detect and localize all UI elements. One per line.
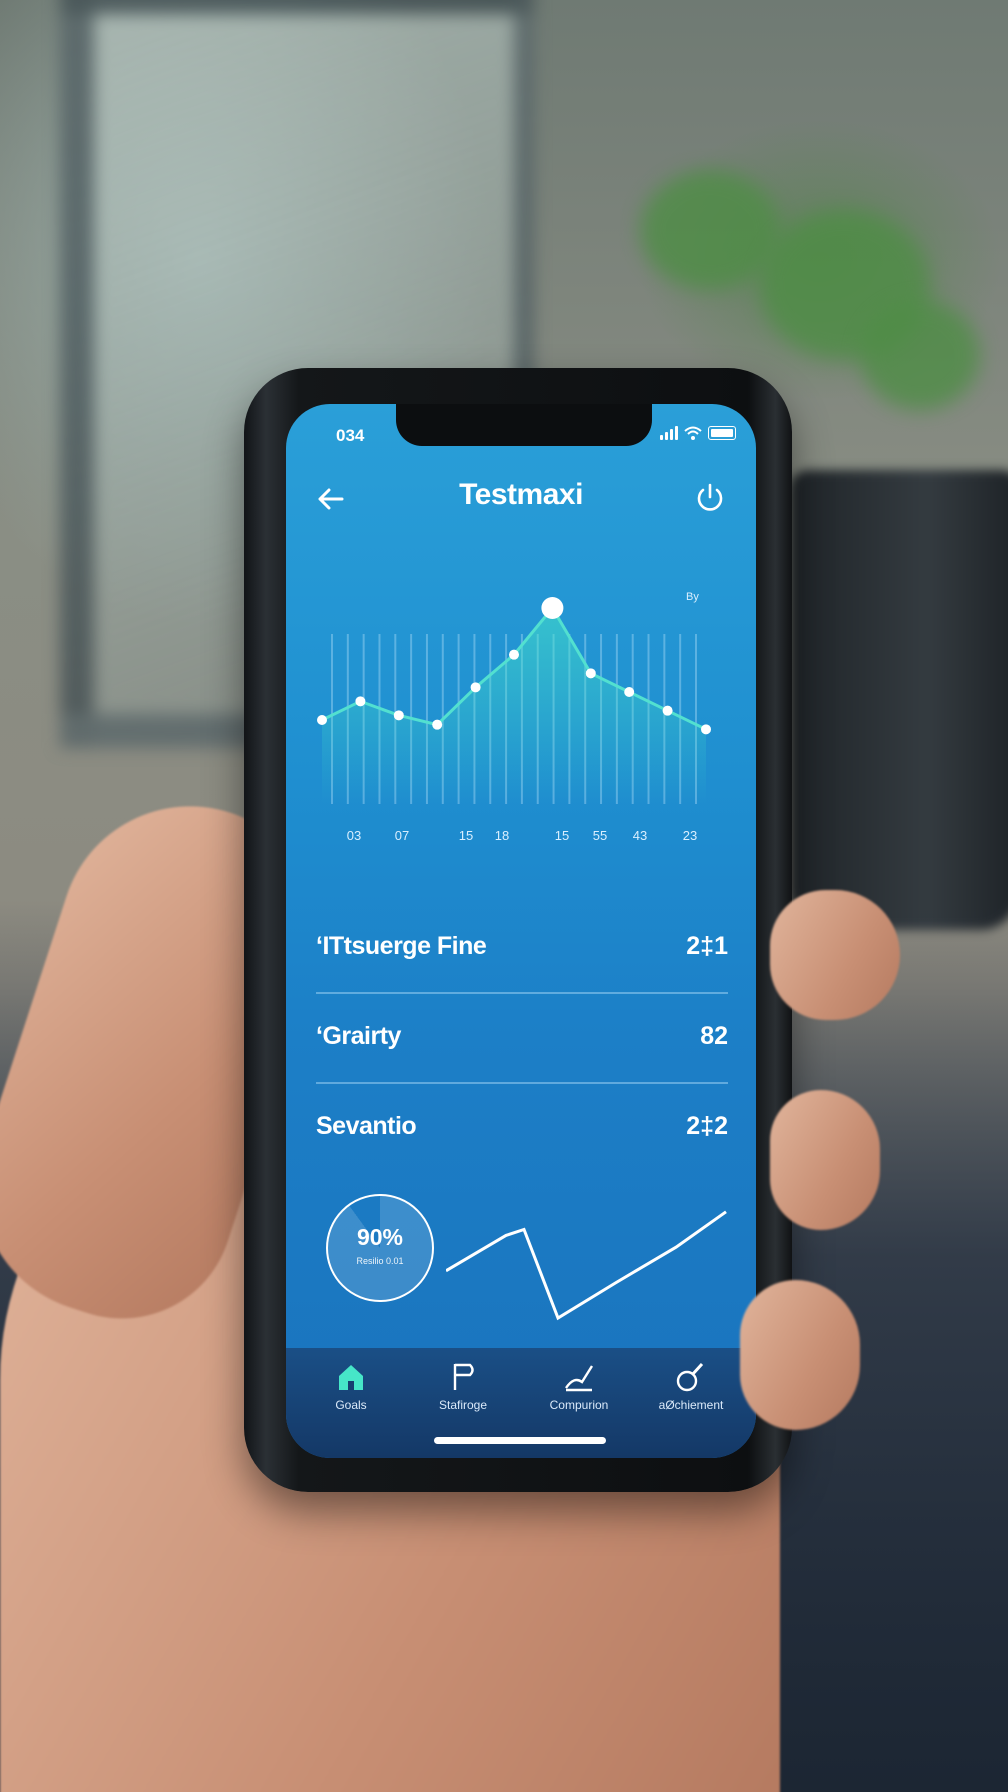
- x-tick-label: 18: [495, 828, 509, 843]
- list-item-label: ‘ITtsuerge Fine: [316, 932, 487, 960]
- tab-achievement[interactable]: aØchiement: [636, 1360, 746, 1412]
- list-item-value: 82: [700, 1022, 728, 1050]
- finger: [770, 1090, 880, 1230]
- tab-label: Stafiroge: [438, 1398, 488, 1412]
- trend-line: [446, 1210, 727, 1321]
- home-indicator[interactable]: [434, 1437, 606, 1444]
- achievement-icon: [676, 1362, 704, 1392]
- tab-compurion[interactable]: Compurion: [524, 1360, 634, 1412]
- phone-notch: [396, 404, 652, 446]
- chart-point: [585, 668, 596, 679]
- x-tick-label: 03: [347, 828, 361, 843]
- signal-icon: [660, 426, 678, 440]
- chart-point: [355, 696, 366, 707]
- tab-stafiroge[interactable]: Stafiroge: [408, 1360, 518, 1412]
- x-tick-label: 23: [683, 828, 697, 843]
- app-screen: 034 Testmaxi By 03 07 15 18 15 55 43 23 ‘ITtsuer…: [286, 404, 756, 1458]
- gauge-caption: Resilio 0.01: [356, 1256, 404, 1266]
- chart-point: [624, 687, 635, 697]
- line-chart: By 03 07 15 18 15 55 43 23: [317, 591, 711, 843]
- chart-point: [662, 705, 673, 716]
- list-item[interactable]: Sevantio 2‡2: [316, 1084, 728, 1172]
- finger: [740, 1280, 860, 1430]
- plant-leaf: [860, 300, 980, 410]
- power-icon[interactable]: [692, 480, 728, 516]
- plant-pot: [790, 470, 1008, 930]
- chart-point: [432, 719, 443, 730]
- x-tick-label: 15: [459, 828, 473, 843]
- x-tick-label: 07: [395, 828, 409, 843]
- chart-point: [470, 682, 481, 693]
- trend-sparkline: [446, 1210, 727, 1321]
- flag-icon: [453, 1363, 474, 1390]
- chart-point: [509, 649, 519, 660]
- chart-legend: By: [686, 591, 699, 603]
- metrics-list: ‘ITtsuerge Fine 2‡1 ‘Grairty 82 Sevantio…: [316, 904, 728, 1172]
- list-item[interactable]: ‘Grairty 82: [316, 994, 728, 1084]
- x-tick-label: 43: [633, 828, 647, 843]
- tab-label: Compurion: [549, 1398, 609, 1412]
- x-tick-label: 55: [593, 828, 607, 843]
- progress-gauge: 90% Resilio 0.01: [326, 1194, 434, 1302]
- battery-icon: [708, 426, 736, 440]
- wifi-icon: [684, 426, 702, 440]
- chart-point: [701, 724, 711, 735]
- bottom-tab-bar: Goals Stafiroge Compurion aØchiement: [286, 1348, 756, 1458]
- list-item-label: Sevantio: [316, 1112, 417, 1140]
- tab-goals[interactable]: Goals: [296, 1360, 406, 1412]
- page-title: Testmaxi: [459, 478, 583, 511]
- graph-icon: [565, 1365, 594, 1392]
- x-tick-label: 15: [555, 828, 569, 843]
- chart-highlight-point: [541, 597, 564, 619]
- list-item-value: 2‡1: [686, 932, 728, 960]
- tab-label: aØchiement: [658, 1398, 724, 1412]
- chart-point: [393, 710, 404, 721]
- list-item-label: ‘Grairty: [316, 1022, 401, 1050]
- tab-label: Goals: [335, 1398, 367, 1412]
- gauge-value: 90%: [356, 1224, 404, 1250]
- list-item[interactable]: ‘ITtsuerge Fine 2‡1: [316, 904, 728, 994]
- status-icons: [660, 426, 736, 440]
- finger: [770, 890, 900, 1020]
- plant-leaf: [640, 170, 780, 290]
- list-item-value: 2‡2: [686, 1112, 728, 1140]
- status-time: 034: [336, 426, 365, 445]
- chart-point: [317, 715, 327, 725]
- home-icon: [339, 1365, 363, 1390]
